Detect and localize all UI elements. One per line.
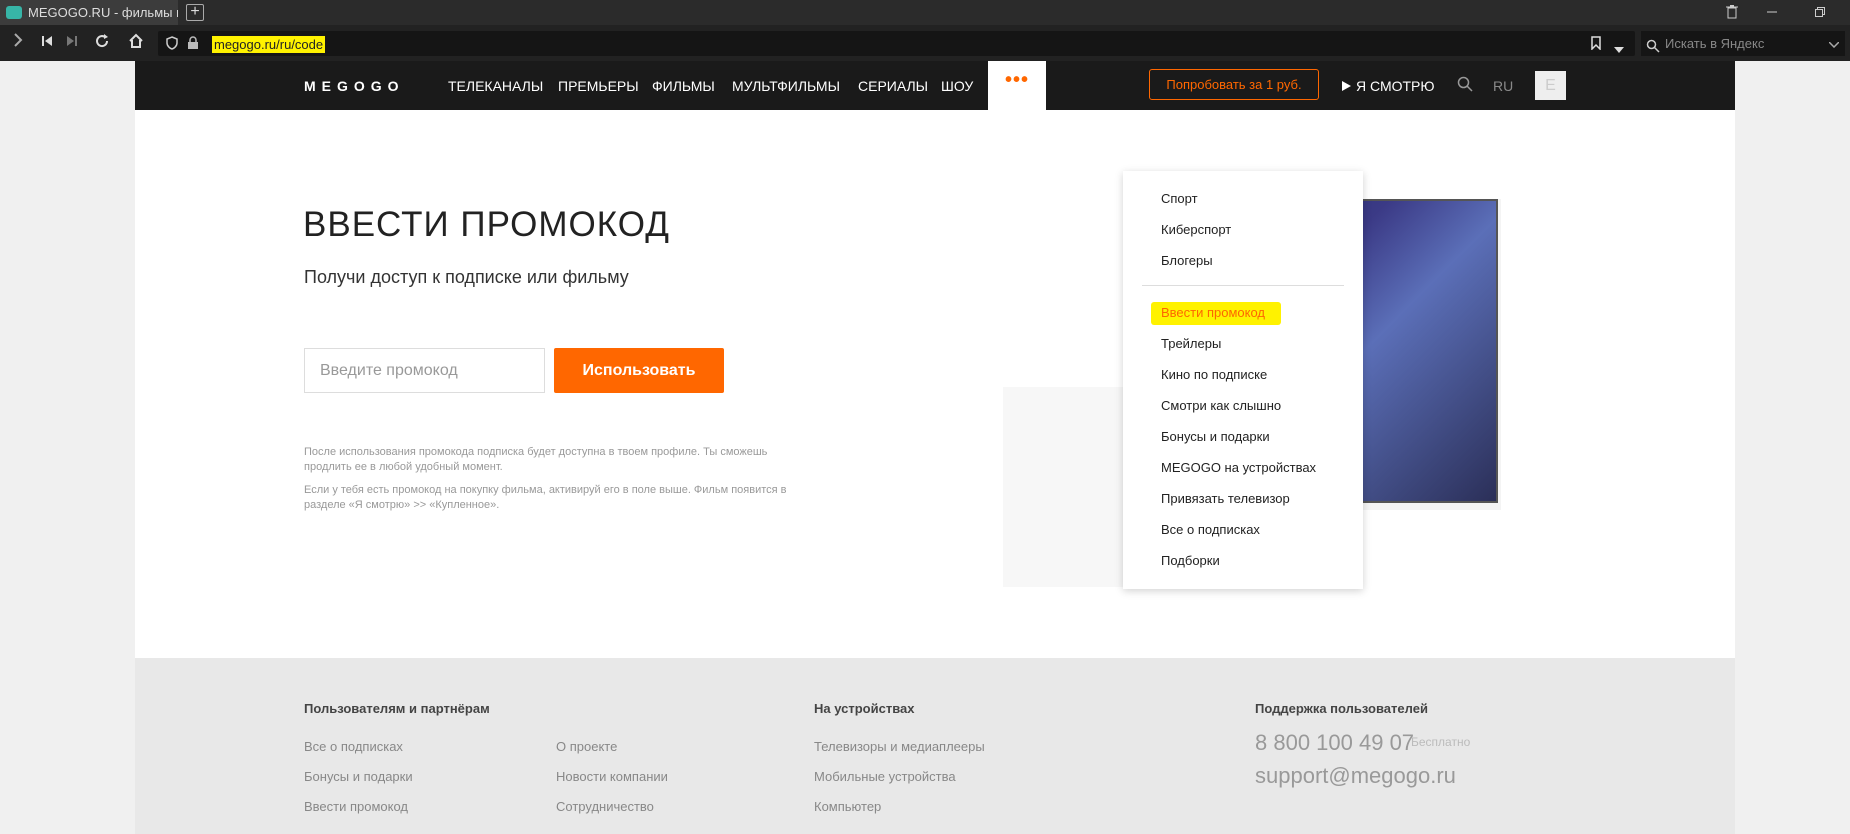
i-watch-label: Я СМОТРЮ [1356,78,1435,94]
footer-link[interactable]: Мобильные устройства [814,769,956,784]
support-phone[interactable]: 8 800 100 49 07 [1255,730,1414,756]
footer-support-title: Поддержка пользователей [1255,701,1428,716]
site-header: MEGOGO ТЕЛЕКАНАЛЫ ПРЕМЬЕРЫ ФИЛЬМЫ МУЛЬТФ… [135,61,1735,110]
skip-back-icon[interactable] [37,33,57,53]
nav-films[interactable]: ФИЛЬМЫ [652,78,715,94]
more-dropdown-menu: Спорт Киберспорт Блогеры Ввести промокод… [1123,171,1363,589]
menu-item-subscription-films[interactable]: Кино по подписке [1161,367,1267,382]
footer-link[interactable]: О проекте [556,739,617,754]
search-icon [1646,36,1660,61]
footer-link[interactable]: Бонусы и подарки [304,769,413,784]
footer-users-title: Пользователям и партнёрам [304,701,490,716]
address-bar[interactable] [158,31,1635,56]
megogo-logo[interactable]: MEGOGO [304,78,405,94]
menu-item-trailers[interactable]: Трейлеры [1161,336,1221,351]
browser-tab-bar: MEGOGO.RU - фильмы и т + [0,0,1850,25]
skip-forward-icon[interactable] [62,33,82,53]
footer-link[interactable]: Компьютер [814,799,881,814]
reload-icon[interactable] [92,33,112,53]
footer-devices-title: На устройствах [814,701,915,716]
restore-icon[interactable] [1800,0,1840,25]
support-phone-note: Бесплатно [1411,735,1471,749]
trash-icon[interactable] [1712,0,1752,25]
menu-item-about-subscriptions[interactable]: Все о подписках [1161,522,1260,537]
use-code-button[interactable]: Использовать [554,348,724,393]
nav-tv-channels[interactable]: ТЕЛЕКАНАЛЫ [448,78,543,94]
footer-link[interactable]: Телевизоры и медиаплееры [814,739,985,754]
footer-link[interactable]: Ввести промокод [304,799,408,814]
nav-series[interactable]: СЕРИАЛЫ [858,78,928,94]
more-dots-icon: ••• [1004,69,1029,91]
minimize-icon[interactable] [1752,0,1792,25]
menu-item-devices[interactable]: MEGOGO на устройствах [1161,460,1316,475]
menu-item-sport[interactable]: Спорт [1161,191,1198,206]
search-icon[interactable] [1457,76,1475,94]
bookmark-icon[interactable] [1591,36,1601,55]
more-menu-button[interactable]: ••• [988,61,1046,110]
url-text[interactable]: megogo.ru/ru/code [212,36,326,53]
try-for-1-rub-button[interactable]: Попробовать за 1 руб. [1149,69,1319,100]
site-footer: Пользователям и партнёрам Все о подписка… [135,658,1735,834]
chevron-down-icon[interactable] [1614,40,1624,58]
browser-search-field[interactable]: Искать в Яндекс [1641,31,1845,56]
forward-icon[interactable] [8,33,28,53]
language-switch[interactable]: RU [1493,78,1513,94]
nav-premieres[interactable]: ПРЕМЬЕРЫ [558,78,639,94]
page: MEGOGO ТЕЛЕКАНАЛЫ ПРЕМЬЕРЫ ФИЛЬМЫ МУЛЬТФ… [135,61,1735,834]
menu-item-watch-as-hear[interactable]: Смотри как слышно [1161,398,1281,413]
new-tab-button[interactable]: + [186,4,204,21]
search-placeholder: Искать в Яндекс [1665,36,1765,51]
site-favicon-icon [6,6,22,19]
lock-icon [187,36,199,55]
promo-note-subscription: После использования промокода подписка б… [304,446,768,473]
menu-item-collections[interactable]: Подборки [1161,553,1220,568]
menu-item-bonuses[interactable]: Бонусы и подарки [1161,429,1270,444]
footer-link[interactable]: Сотрудничество [556,799,654,814]
menu-item-esports[interactable]: Киберспорт [1161,222,1231,237]
promo-note-film: Если у тебя есть промокод на покупку фил… [304,484,787,511]
footer-link[interactable]: Все о подписках [304,739,403,754]
browser-tab[interactable]: MEGOGO.RU - фильмы и т [0,0,178,25]
menu-item-link-tv[interactable]: Привязать телевизор [1161,491,1290,506]
menu-item-bloggers[interactable]: Блогеры [1161,253,1213,268]
home-icon[interactable] [126,33,146,53]
support-email[interactable]: support@megogo.ru [1255,763,1456,789]
shield-icon[interactable] [166,36,178,55]
i-watch-link[interactable]: Я СМОТРЮ [1342,78,1435,94]
nav-cartoons[interactable]: МУЛЬТФИЛЬМЫ [732,78,840,94]
menu-item-enter-promo[interactable]: Ввести промокод [1161,305,1265,320]
chevron-down-icon[interactable] [1828,31,1840,56]
page-subtitle: Получи доступ к подписке или фильму [304,267,629,287]
page-title: ВВЕСТИ ПРОМОКОД [303,205,670,244]
promo-code-input[interactable]: Введите промокод [304,348,545,393]
menu-divider [1142,285,1344,286]
nav-shows[interactable]: ШОУ [941,78,973,94]
avatar[interactable]: E [1535,71,1566,100]
tab-title: MEGOGO.RU - фильмы и т [28,5,178,20]
footer-link[interactable]: Новости компании [556,769,668,784]
